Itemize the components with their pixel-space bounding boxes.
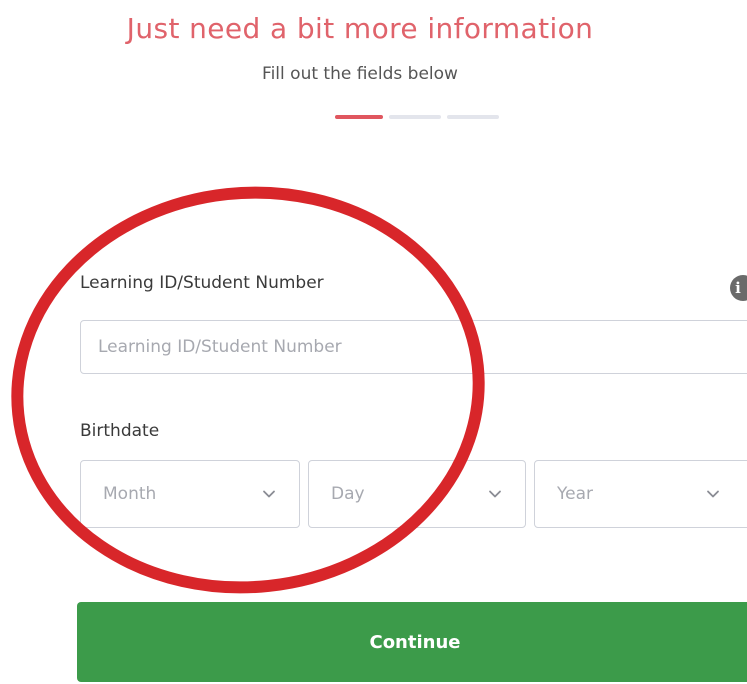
chevron-down-icon xyxy=(263,490,275,498)
step-3-indicator xyxy=(447,115,499,119)
month-select-value: Month xyxy=(103,484,157,504)
info-icon[interactable]: i xyxy=(730,275,747,301)
birthdate-label: Birthdate xyxy=(80,421,160,441)
step-1-indicator xyxy=(335,115,383,119)
page-title: Just need a bit more information xyxy=(126,12,594,45)
year-select-value: Year xyxy=(557,484,593,504)
step-2-indicator xyxy=(389,115,441,119)
page-subtitle: Fill out the fields below xyxy=(262,64,458,84)
student-id-label: Learning ID/Student Number xyxy=(80,273,324,293)
year-select[interactable]: Year xyxy=(534,460,747,528)
day-select[interactable]: Day xyxy=(308,460,526,528)
continue-button[interactable]: Continue xyxy=(77,602,747,682)
month-select[interactable]: Month xyxy=(80,460,300,528)
progress-stepper xyxy=(335,115,499,119)
student-id-input[interactable] xyxy=(80,320,747,374)
chevron-down-icon xyxy=(489,490,501,498)
chevron-down-icon xyxy=(707,490,719,498)
day-select-value: Day xyxy=(331,484,365,504)
